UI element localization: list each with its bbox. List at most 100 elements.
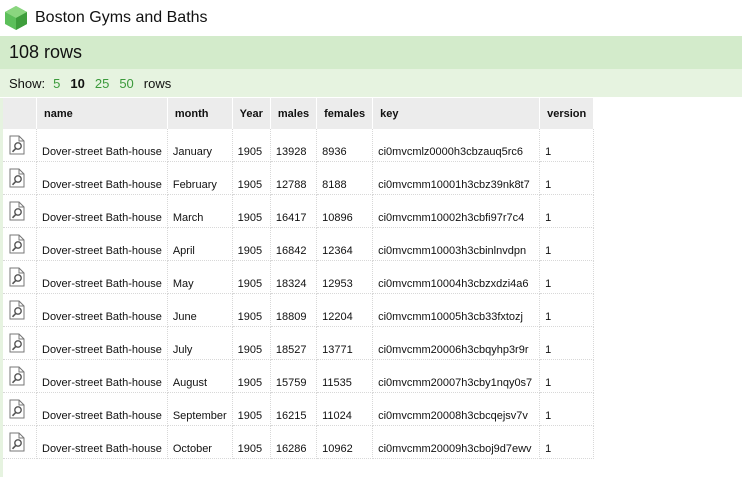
- cell-name: Dover-street Bath-house: [36, 194, 168, 228]
- row-action-cell: [3, 326, 37, 360]
- row-count: 108 rows: [9, 42, 83, 62]
- document-search-icon[interactable]: [8, 135, 26, 155]
- table-row: Dover-street Bath-house September 1905 1621…: [3, 392, 595, 426]
- table-row: Dover-street Bath-house August 1905 15759 11…: [3, 359, 595, 393]
- column-header-month[interactable]: month: [167, 98, 233, 129]
- rows-suffix-label: rows: [143, 75, 172, 91]
- cell-version: 1: [539, 425, 595, 459]
- cell-version: 1: [539, 260, 595, 294]
- cell-females: 13771: [316, 326, 374, 360]
- document-search-icon[interactable]: [8, 366, 26, 386]
- cell-key: ci0mvcmm20006h3cbqyhp3r9r: [372, 326, 541, 360]
- table-row: Dover-street Bath-house June 1905 18809 1220…: [3, 293, 595, 327]
- cell-females: 12364: [316, 227, 374, 261]
- cell-year: 1905: [232, 129, 271, 162]
- cell-key: ci0mvcmm10005h3cb33fxtozj: [372, 293, 541, 327]
- cell-version: 1: [539, 326, 595, 360]
- cell-males: 13928: [270, 129, 318, 162]
- cell-key: ci0mvcmm10003h3cbinlnvdpn: [372, 227, 541, 261]
- cell-version: 1: [539, 392, 595, 426]
- table-header-row: name month Year males females key versio…: [3, 98, 595, 129]
- cell-females: 8188: [316, 161, 374, 195]
- document-search-icon[interactable]: [8, 399, 26, 419]
- cell-month: January: [167, 129, 233, 162]
- cell-key: ci0mvcmm20008h3cbcqejsv7v: [372, 392, 541, 426]
- page-size-option-50[interactable]: 50: [119, 76, 133, 91]
- cell-males: 18809: [270, 293, 318, 327]
- cell-version: 1: [539, 194, 595, 228]
- table-row: Dover-street Bath-house April 1905 16842 123…: [3, 227, 595, 261]
- cell-month: July: [167, 326, 233, 360]
- green-cube-logo-icon: [5, 6, 27, 30]
- page-size-option-5[interactable]: 5: [53, 76, 60, 91]
- cell-year: 1905: [232, 161, 271, 195]
- cell-year: 1905: [232, 359, 271, 393]
- cell-year: 1905: [232, 293, 271, 327]
- cell-males: 15759: [270, 359, 318, 393]
- document-search-icon[interactable]: [8, 234, 26, 254]
- document-search-icon[interactable]: [8, 432, 26, 452]
- cell-version: 1: [539, 359, 595, 393]
- table-row: Dover-street Bath-house January 1905 13928 8…: [3, 129, 595, 162]
- table-row: Dover-street Bath-house February 1905 12788…: [3, 161, 595, 195]
- cell-version: 1: [539, 293, 595, 327]
- cell-key: ci0mvcmlz0000h3cbzauq5rc6: [372, 129, 541, 162]
- cell-males: 12788: [270, 161, 318, 195]
- cell-name: Dover-street Bath-house: [36, 392, 168, 426]
- row-action-cell: [3, 129, 37, 162]
- row-action-cell: [3, 359, 37, 393]
- cell-males: 16417: [270, 194, 318, 228]
- row-action-cell: [3, 227, 37, 261]
- cell-name: Dover-street Bath-house: [36, 227, 168, 261]
- cell-name: Dover-street Bath-house: [36, 161, 168, 195]
- cell-name: Dover-street Bath-house: [36, 326, 168, 360]
- document-search-icon[interactable]: [8, 300, 26, 320]
- cell-name: Dover-street Bath-house: [36, 293, 168, 327]
- cell-month: March: [167, 194, 233, 228]
- column-header-year[interactable]: Year: [232, 98, 271, 129]
- cell-females: 10962: [316, 425, 374, 459]
- document-search-icon[interactable]: [8, 333, 26, 353]
- show-label: Show:: [9, 75, 46, 91]
- cell-version: 1: [539, 161, 595, 195]
- cell-version: 1: [539, 129, 595, 162]
- page-size-selector: Show: 5 10 25 50 rows: [0, 69, 742, 97]
- cell-year: 1905: [232, 425, 271, 459]
- cell-name: Dover-street Bath-house: [36, 260, 168, 294]
- cell-males: 16215: [270, 392, 318, 426]
- column-header-females[interactable]: females: [316, 98, 374, 129]
- column-header-key[interactable]: key: [372, 98, 541, 129]
- cell-year: 1905: [232, 227, 271, 261]
- column-header-name[interactable]: name: [36, 98, 168, 129]
- cell-month: May: [167, 260, 233, 294]
- cell-month: August: [167, 359, 233, 393]
- table-row: Dover-street Bath-house March 1905 16417 108…: [3, 194, 595, 228]
- cell-males: 18527: [270, 326, 318, 360]
- table-row: Dover-street Bath-house May 1905 18324 12953…: [3, 260, 595, 294]
- column-header-actions: [3, 98, 37, 129]
- row-action-cell: [3, 392, 37, 426]
- cell-year: 1905: [232, 194, 271, 228]
- cell-version: 1: [539, 227, 595, 261]
- cell-name: Dover-street Bath-house: [36, 425, 168, 459]
- data-table-container: name month Year males females key versio…: [3, 98, 595, 459]
- page-size-option-10[interactable]: 10: [70, 76, 84, 91]
- cell-males: 16286: [270, 425, 318, 459]
- page-size-option-25[interactable]: 25: [95, 76, 109, 91]
- column-header-version[interactable]: version: [539, 98, 595, 129]
- row-count-header: 108 rows: [0, 36, 742, 69]
- document-search-icon[interactable]: [8, 168, 26, 188]
- document-search-icon[interactable]: [8, 267, 26, 287]
- cell-year: 1905: [232, 392, 271, 426]
- cell-name: Dover-street Bath-house: [36, 129, 168, 162]
- row-action-cell: [3, 260, 37, 294]
- cell-key: ci0mvcmm10002h3cbfi97r7c4: [372, 194, 541, 228]
- app-title: Boston Gyms and Baths: [35, 9, 208, 26]
- cell-key: ci0mvcmm20009h3cboj9d7ewv: [372, 425, 541, 459]
- cell-females: 10896: [316, 194, 374, 228]
- document-search-icon[interactable]: [8, 201, 26, 221]
- cell-month: June: [167, 293, 233, 327]
- column-header-males[interactable]: males: [270, 98, 318, 129]
- row-action-cell: [3, 161, 37, 195]
- cell-females: 11535: [316, 359, 374, 393]
